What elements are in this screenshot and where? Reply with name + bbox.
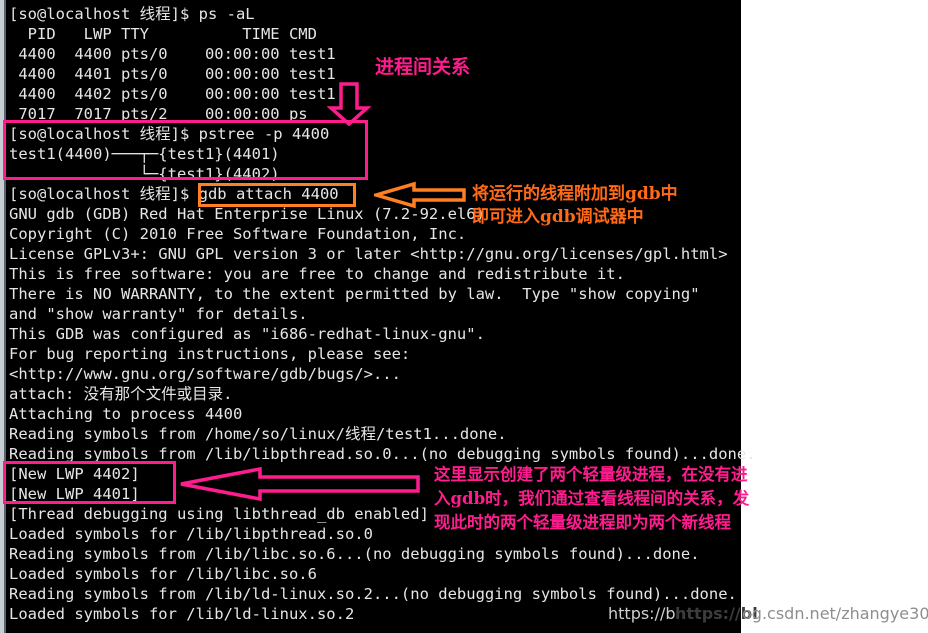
down-arrow-icon	[327, 82, 372, 126]
annotation-process-relation: 进程间关系	[375, 56, 471, 78]
terminal-line: Copyright (C) 2010 Free Software Foundat…	[9, 225, 467, 243]
left-arrow-icon-orange	[374, 181, 466, 209]
terminal-line: PID LWP TTY TIME CMD	[9, 25, 317, 43]
left-arrow-icon-pink	[180, 466, 420, 502]
terminal-line: License GPLv3+: GNU GPL version 3 or lat…	[9, 245, 728, 263]
terminal-left-gutter-shadow	[4, 0, 6, 633]
terminal-line: and "show warranty" for details.	[9, 305, 308, 323]
annotation-new-lwp-line2: 入gdb时，我们通过查看线程间的关系，发	[434, 489, 750, 508]
watermark-left: https://b	[608, 604, 676, 623]
terminal-line: Loaded symbols for /lib/libc.so.6	[9, 565, 317, 583]
terminal-line: attach: 没有那个文件或目录.	[9, 385, 233, 403]
terminal-line: Loaded symbols for /lib/libpthread.so.0	[9, 525, 373, 543]
terminal-line: 4400 4401 pts/0 00:00:00 test1	[9, 65, 336, 83]
terminal-line: Loaded symbols for /lib/ld-linux.so.2	[9, 605, 355, 623]
watermark-right: og.csdn.net/zhangye3017	[742, 604, 928, 623]
terminal-line: 4400 4400 pts/0 00:00:00 test1	[9, 45, 336, 63]
terminal-line: [so@localhost 线程]$ ps -aL	[9, 5, 255, 23]
annotation-gdb-attach-line1: 将运行的线程附加到gdb中	[472, 184, 678, 204]
terminal-line: 4400 4402 pts/0 00:00:00 test1	[9, 85, 336, 103]
terminal-line: Reading symbols from /home/so/linux/线程/t…	[9, 425, 507, 443]
terminal-line: <http://www.gnu.org/software/gdb/bugs/>.…	[9, 365, 401, 383]
terminal-line: Reading symbols from /lib/ld-linux.so.2.…	[9, 585, 737, 603]
terminal-line: Reading symbols from /lib/libc.so.6...(n…	[9, 545, 700, 563]
terminal-line: This is free software: you are free to c…	[9, 265, 625, 283]
new-lwp-highlight-box	[3, 461, 176, 504]
terminal-line: There is NO WARRANTY, to the extent perm…	[9, 285, 700, 303]
terminal-line: [Thread debugging using libthread_db ena…	[9, 505, 429, 523]
gdb-command-highlight-box	[198, 183, 356, 207]
pstree-highlight-box	[3, 120, 368, 180]
annotation-gdb-attach-line2: 即可进入gdb调试器中	[472, 207, 644, 227]
screenshot-root: [so@localhost 线程]$ ps -aL PID LWP TTY TI…	[0, 0, 928, 633]
terminal-line: This GDB was configured as "i686-redhat-…	[9, 325, 485, 343]
annotation-new-lwp-line1: 这里显示创建了两个轻量级进程，在没有进	[434, 465, 748, 484]
terminal-line: Attaching to process 4400	[9, 405, 243, 423]
terminal-line: For bug reporting instructions, please s…	[9, 345, 411, 363]
annotation-new-lwp-line3: 现此时的两个轻量级进程即为两个新线程	[434, 513, 731, 532]
